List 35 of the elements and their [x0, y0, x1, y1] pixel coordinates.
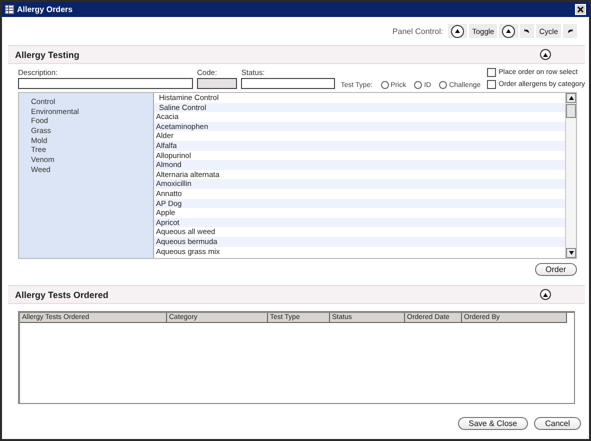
curved-arrow-icon	[524, 28, 530, 34]
dialog-button[interactable]: Cancel	[534, 417, 581, 430]
radio-button[interactable]	[414, 81, 422, 89]
close-icon	[577, 6, 584, 13]
previous-button[interactable]	[520, 24, 534, 38]
order-button[interactable]: Order	[534, 263, 577, 276]
triangle-icon	[568, 96, 574, 100]
scrollbar[interactable]	[565, 93, 576, 258]
triangle-icon	[543, 292, 548, 296]
checkbox[interactable]	[486, 68, 496, 77]
input-field[interactable]	[18, 78, 194, 89]
collapse-button[interactable]	[499, 24, 518, 38]
scroll-up-button[interactable]	[566, 93, 576, 103]
radio-button[interactable]	[380, 81, 389, 89]
panel-control-label: Panel Control:	[392, 26, 444, 36]
checkbox[interactable]	[486, 80, 496, 89]
triangle-icon	[506, 29, 512, 33]
close-button[interactable]	[575, 4, 586, 15]
input-field[interactable]	[241, 78, 335, 89]
collapse-button[interactable]	[540, 49, 551, 60]
curved-arrow-icon	[567, 28, 573, 34]
radio-button[interactable]	[439, 81, 448, 89]
grid-icon	[5, 5, 14, 14]
scroll-thumb[interactable]	[566, 104, 576, 118]
triangle-icon	[543, 52, 548, 56]
dialog-button[interactable]: Save & Close	[458, 417, 528, 430]
window-title: Allergy Orders	[17, 5, 73, 14]
section-title: Allergy Testing	[15, 50, 80, 60]
triangle-icon	[455, 29, 460, 33]
section-title: Allergy Tests Ordered	[15, 290, 108, 300]
next-button[interactable]	[563, 24, 577, 38]
scroll-down-button[interactable]	[566, 248, 576, 258]
collapse-button[interactable]	[540, 289, 551, 300]
expand-button[interactable]	[448, 24, 468, 38]
triangle-icon	[568, 251, 574, 255]
